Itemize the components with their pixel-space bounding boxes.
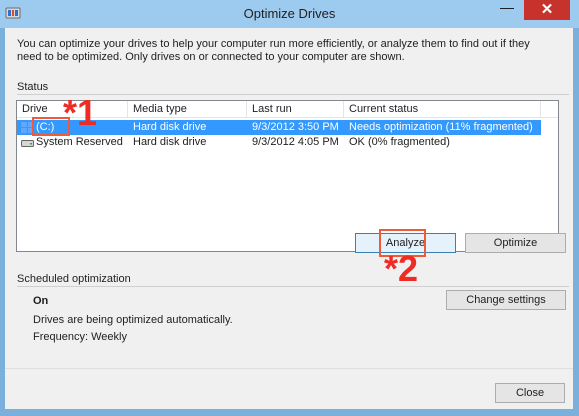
media-type: Hard disk drive xyxy=(133,136,207,148)
status-divider xyxy=(17,94,569,95)
media-type: Hard disk drive xyxy=(133,121,207,133)
minimize-button[interactable]: — xyxy=(494,0,520,20)
title-bar: Optimize Drives — ✕ xyxy=(0,0,579,28)
current-status: Needs optimization (11% fragmented) xyxy=(349,121,533,133)
dialog-body: You can optimize your drives to help you… xyxy=(5,28,573,409)
schedule-section-label: Scheduled optimization xyxy=(17,273,131,285)
column-header-current-status[interactable]: Current status xyxy=(344,101,541,117)
schedule-state: On xyxy=(33,295,49,307)
last-run: 9/3/2012 4:05 PM xyxy=(252,136,339,148)
annotation-marker-2: *2 xyxy=(384,248,419,289)
drive-icon xyxy=(21,140,34,147)
column-header-media-type[interactable]: Media type xyxy=(128,101,247,117)
current-status: OK (0% fragmented) xyxy=(349,136,450,148)
drive-row-system-reserved[interactable]: System Reserved Hard disk drive 9/3/2012… xyxy=(17,135,541,150)
window-title: Optimize Drives xyxy=(243,6,336,21)
drive-list-header: Drive Media type Last run Current status xyxy=(17,101,558,118)
close-button[interactable]: Close xyxy=(495,383,565,403)
change-settings-button[interactable]: Change settings xyxy=(446,290,566,310)
annotation-marker-1: *1 xyxy=(63,92,98,133)
window-close-button[interactable]: ✕ xyxy=(524,0,570,20)
drive-name: System Reserved xyxy=(36,136,123,148)
drive-list[interactable]: Drive Media type Last run Current status… xyxy=(16,100,559,252)
schedule-divider xyxy=(17,286,569,287)
schedule-description: Drives are being optimized automatically… xyxy=(33,314,233,326)
optimize-button[interactable]: Optimize xyxy=(465,233,566,253)
status-section-label: Status xyxy=(17,81,49,93)
dialog-footer: Close xyxy=(5,368,573,409)
last-run: 9/3/2012 3:50 PM xyxy=(252,121,339,133)
intro-text: You can optimize your drives to help you… xyxy=(17,38,530,63)
schedule-frequency: Frequency: Weekly xyxy=(33,331,127,343)
column-header-last-run[interactable]: Last run xyxy=(247,101,344,117)
